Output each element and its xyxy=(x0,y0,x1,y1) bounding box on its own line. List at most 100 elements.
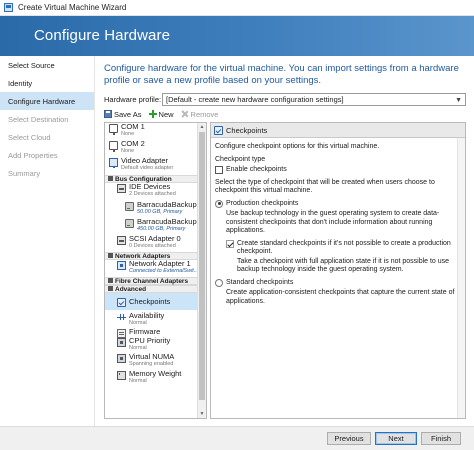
tree-item-disk-2[interactable]: BarracudaBackup-... 450.00 GB, Primary xyxy=(105,218,205,235)
vmm-app-icon xyxy=(4,3,13,12)
monitor-icon xyxy=(109,158,118,168)
step-select-destination: Select Destination xyxy=(0,110,94,128)
next-button[interactable]: Next xyxy=(375,432,417,445)
window-titlebar: Create Virtual Machine Wizard xyxy=(0,0,474,16)
details-panel: Checkpoints Configure checkpoint options… xyxy=(210,122,466,419)
save-as-button[interactable]: Save As xyxy=(104,110,142,119)
tree-item-virtual-numa[interactable]: Virtual NUMA Spanning enabled xyxy=(105,353,198,370)
serial-port-icon xyxy=(109,141,118,152)
new-label: New xyxy=(158,109,174,119)
collapse-icon xyxy=(108,253,113,258)
standard-checkpoints-radio[interactable] xyxy=(215,278,223,287)
tree-item-name: Network Adapter 1 xyxy=(129,259,191,268)
tree-item-sub: 450.00 GB, Primary xyxy=(137,226,186,232)
tree-item-name: Memory Weight xyxy=(129,369,182,378)
fallback-standard-checkbox[interactable] xyxy=(226,239,234,248)
new-button[interactable]: New xyxy=(148,109,174,119)
chevron-down-icon: ▼ xyxy=(455,96,462,104)
cpu-icon xyxy=(117,338,126,347)
wizard-steps: Select Source Identity Configure Hardwar… xyxy=(0,56,95,430)
tree-section-fibre-channel[interactable]: Fibre Channel Adapters xyxy=(105,277,198,285)
tree-item-sub: Spanning enabled xyxy=(129,361,174,367)
tree-scrollbar[interactable]: ▲ ▼ xyxy=(197,123,206,418)
step-select-source[interactable]: Select Source xyxy=(0,56,94,74)
enable-checkpoints-label: Enable checkpoints xyxy=(226,166,287,173)
tree-section-label: Fibre Channel Adapters xyxy=(115,278,189,285)
tree-item-name: Checkpoints xyxy=(129,296,171,306)
remove-button[interactable]: Remove xyxy=(181,110,219,119)
step-label: Select Destination xyxy=(8,114,69,124)
tree-item-name: Video Adapter xyxy=(121,156,168,165)
save-icon xyxy=(104,110,112,118)
checkpoint-type-label: Checkpoint type xyxy=(215,155,266,163)
production-checkpoints-radio[interactable] xyxy=(215,199,223,208)
tree-item-availability[interactable]: Availability Normal xyxy=(105,312,198,328)
scroll-down-icon[interactable]: ▼ xyxy=(198,411,206,417)
collapse-icon xyxy=(108,286,113,291)
step-add-properties: Add Properties xyxy=(0,146,94,164)
main-panel: Configure hardware for the virtual machi… xyxy=(96,56,474,430)
collapse-icon xyxy=(108,176,113,181)
tree-item-checkpoints[interactable]: Checkpoints xyxy=(105,293,198,310)
step-label: Select Cloud xyxy=(8,132,51,142)
step-identity[interactable]: Identity xyxy=(0,74,94,92)
tree-item-com1[interactable]: COM 1 None xyxy=(105,123,198,140)
previous-button[interactable]: Previous xyxy=(327,432,371,445)
tree-item-video-adapter[interactable]: Video Adapter Default video adapter xyxy=(105,157,198,175)
tree-item-name: COM 2 xyxy=(121,139,145,148)
tree-item-sub: Normal xyxy=(129,378,147,384)
tree-item-scsi-adapter[interactable]: SCSI Adapter 00 Devices attached xyxy=(105,235,198,252)
tree-item-sub: 0 Devices attached xyxy=(129,243,176,249)
tree-section-advanced[interactable]: Advanced xyxy=(105,285,198,293)
tree-item-name: BarracudaBackup-... xyxy=(137,217,206,226)
production-checkpoints-label: Production checkpoints xyxy=(226,199,299,207)
enable-checkpoints-checkbox[interactable] xyxy=(215,166,223,174)
tree-item-com2[interactable]: COM 2 None xyxy=(105,140,198,157)
hardware-tree-items: COM 1 None COM 2 None Video Adapter Default… xyxy=(105,123,205,387)
controller-icon xyxy=(117,184,126,193)
step-label: Configure Hardware xyxy=(8,96,76,106)
disk-icon xyxy=(125,202,134,211)
remove-label: Remove xyxy=(190,109,219,119)
tree-item-name: Virtual NUMA xyxy=(129,352,175,361)
tree-item-sub: Connected to ExternalSwit... xyxy=(129,268,199,274)
add-icon xyxy=(148,110,157,118)
fallback-standard-label: Create standard checkpoints if it's not … xyxy=(237,239,451,256)
tree-item-sub: Default video adapter xyxy=(121,165,174,171)
tree-item-disk-1[interactable]: BarracudaBackup-... 50.00 GB, Primary xyxy=(105,201,205,218)
fallback-standard-row[interactable]: Create standard checkpoints if it's not … xyxy=(215,239,461,257)
fallback-standard-description: Take a checkpoint with full application … xyxy=(237,257,450,274)
tree-item-sub: 2 Devices attached xyxy=(129,191,176,197)
standard-checkpoints-option[interactable]: Standard checkpoints xyxy=(215,278,461,288)
step-label: Add Properties xyxy=(8,150,58,160)
save-as-label: Save As xyxy=(114,109,142,119)
tree-item-sub: None xyxy=(121,148,135,154)
hardware-profile-select[interactable]: [Default - create new hardware configura… xyxy=(162,92,466,106)
collapse-icon xyxy=(108,278,113,283)
wizard-footer: Previous Next Finish xyxy=(0,426,474,450)
details-intro: Configure checkpoint options for this vi… xyxy=(215,143,380,150)
step-summary: Summary xyxy=(0,164,94,182)
controller-icon xyxy=(117,236,126,245)
tree-item-memory-weight[interactable]: Memory Weight Normal xyxy=(105,370,198,387)
production-checkpoints-option[interactable]: Production checkpoints xyxy=(215,199,461,209)
tree-item-name: CPU Priority xyxy=(129,336,171,345)
window-title: Create Virtual Machine Wizard xyxy=(18,3,127,12)
step-configure-hardware[interactable]: Configure Hardware xyxy=(0,92,94,110)
scroll-up-icon[interactable]: ▲ xyxy=(198,124,206,130)
step-select-cloud: Select Cloud xyxy=(0,128,94,146)
enable-checkpoints-row[interactable]: Enable checkpoints xyxy=(215,166,461,175)
tree-item-sub: Normal xyxy=(129,320,147,326)
finish-button[interactable]: Finish xyxy=(421,432,461,445)
tree-scroll-thumb[interactable] xyxy=(199,132,205,400)
tree-item-ide-devices[interactable]: IDE Devices 2 Devices attached xyxy=(105,183,198,201)
heartbeat-icon xyxy=(117,313,126,322)
tree-item-network-adapter[interactable]: Network Adapter 1 Connected to ExternalSw… xyxy=(105,260,198,277)
tree-item-cpu-priority[interactable]: CPU Priority Normal xyxy=(105,337,198,353)
step-label: Summary xyxy=(8,168,41,178)
details-scrollbar[interactable] xyxy=(457,138,465,418)
checkpoint-icon xyxy=(117,297,126,307)
page-title: Configure Hardware xyxy=(34,27,171,44)
page-description: Configure hardware for the virtual machi… xyxy=(104,63,459,86)
checkpoint-icon xyxy=(214,125,223,135)
